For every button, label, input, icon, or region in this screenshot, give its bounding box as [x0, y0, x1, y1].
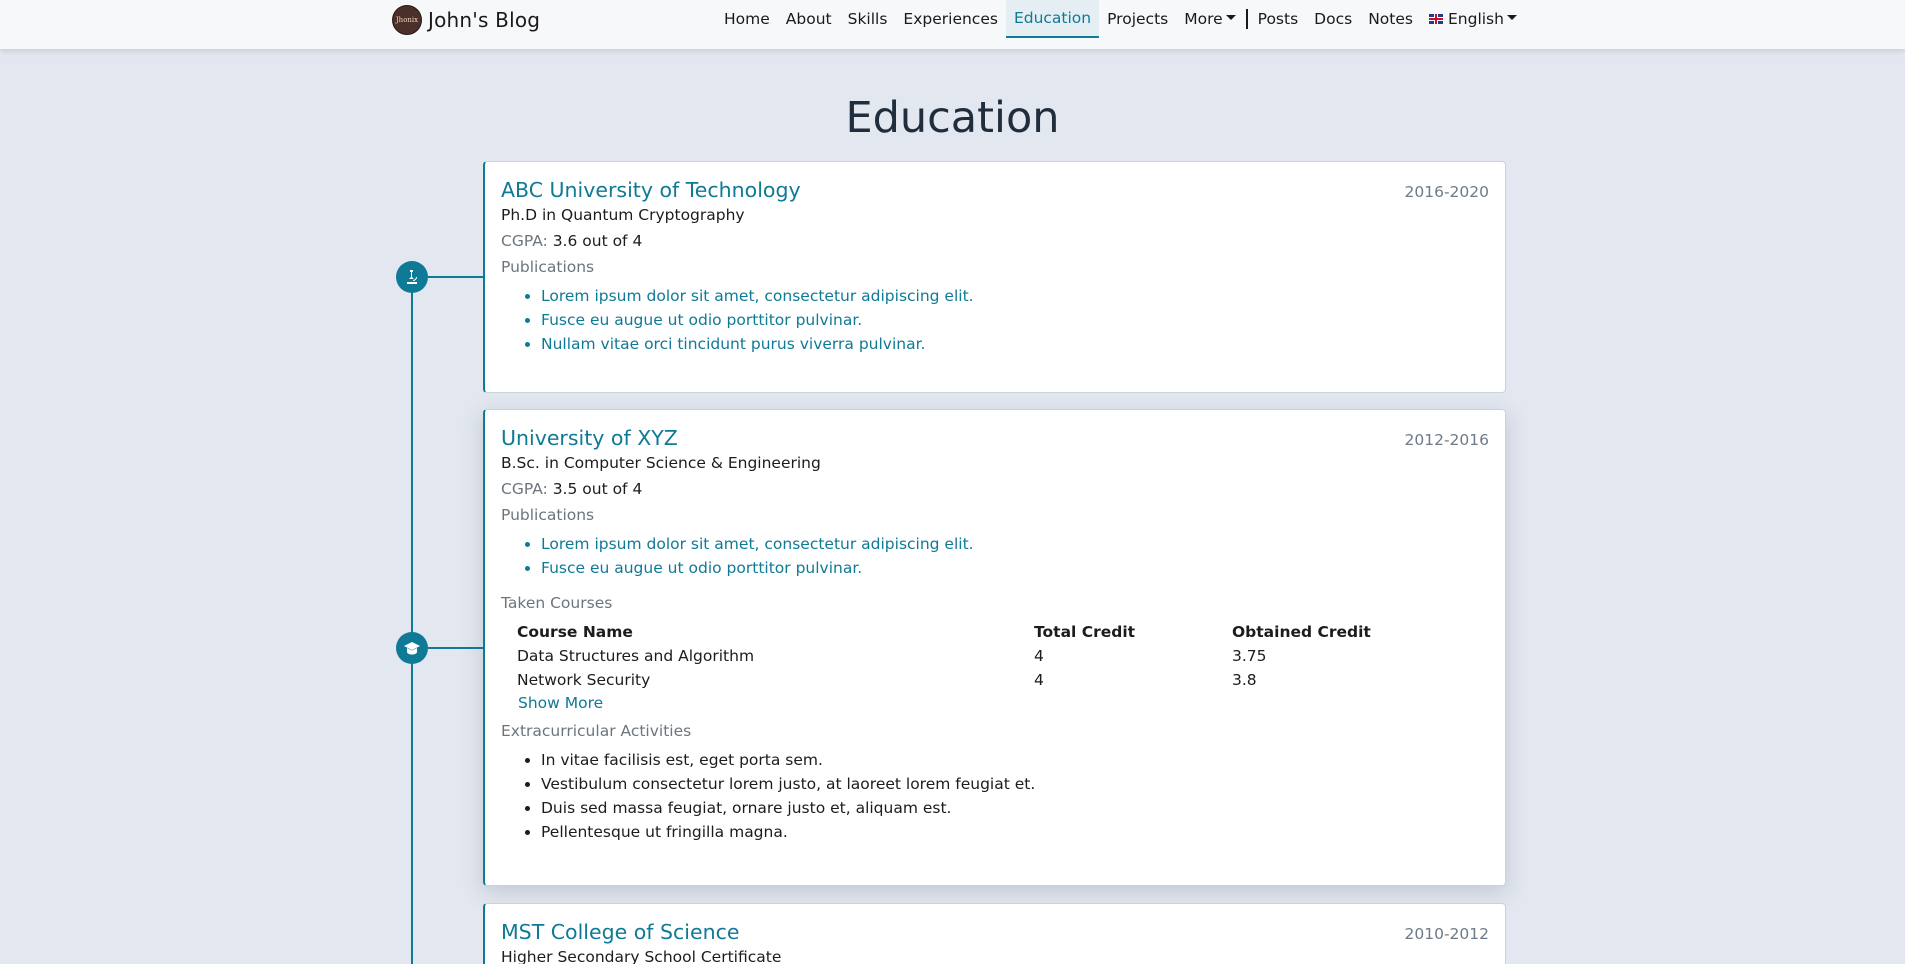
cgpa-label: CGPA: [501, 232, 548, 250]
list-item: Duis sed massa feugiat, ornare justo et,… [541, 796, 1489, 820]
top-navbar: Jhonix John's Blog Home About Skills Exp… [0, 0, 1905, 49]
list-item: Pellentesque ut fringilla magna. [541, 820, 1489, 844]
nav-item-experiences[interactable]: Experiences [895, 0, 1006, 38]
publication-link[interactable]: Nullam vitae orci tincidunt purus viverr… [541, 332, 1489, 356]
degree: B.Sc. in Computer Science & Engineering [501, 454, 821, 472]
institution-name[interactable]: University of XYZ [501, 426, 678, 450]
show-more-button[interactable]: Show More [518, 694, 1489, 712]
list-item: Vestibulum consectetur lorem justo, at l… [541, 772, 1489, 796]
obtained-credit: 3.75 [1232, 647, 1267, 665]
obtained-credit: 3.8 [1232, 671, 1257, 689]
chevron-down-icon [1506, 14, 1517, 20]
courses-table: Course Name Total Credit Obtained Credit… [517, 620, 1399, 692]
publications-label: Publications [501, 506, 595, 524]
education-card: ABC University of Technology 2016-2020 P… [483, 161, 1506, 393]
total-credit: 4 [1034, 647, 1044, 665]
education-years: 2012-2016 [1404, 431, 1490, 449]
brand-name: John's Blog [428, 8, 541, 32]
table-row: Data Structures and Algorithm 4 3.75 [517, 644, 1399, 668]
nav-divider [1245, 9, 1248, 29]
degree: Ph.D in Quantum Cryptography [501, 206, 745, 224]
taken-courses-label: Taken Courses [501, 594, 613, 612]
cgpa: CGPA: 3.5 out of 4 [501, 480, 1489, 498]
nav-item-notes[interactable]: Notes [1360, 0, 1421, 38]
publication-link[interactable]: Lorem ipsum dolor sit amet, consectetur … [541, 532, 1489, 556]
total-credit: 4 [1034, 671, 1044, 689]
cgpa-value: 3.5 out of 4 [552, 480, 643, 498]
nav-item-projects[interactable]: Projects [1099, 0, 1176, 38]
nav-item-posts[interactable]: Posts [1250, 0, 1307, 38]
table-header-row: Course Name Total Credit Obtained Credit [517, 620, 1399, 644]
cgpa: CGPA: 3.6 out of 4 [501, 232, 1489, 250]
extracurricular-list: In vitae facilisis est, eget porta sem. … [541, 748, 1489, 844]
publication-link[interactable]: Fusce eu augue ut odio porttitor pulvina… [541, 556, 1489, 580]
language-selector[interactable]: English [1421, 0, 1525, 38]
education-years: 2010-2012 [1404, 925, 1490, 943]
nav-item-about[interactable]: About [778, 0, 840, 38]
education-card: MST College of Science 2010-2012 Higher … [483, 903, 1506, 964]
column-header: Obtained Credit [1232, 623, 1371, 641]
nav-item-more-label: More [1184, 10, 1223, 28]
graduation-cap-icon [396, 632, 428, 664]
degree: Higher Secondary School Certificate [501, 948, 782, 964]
language-label: English [1447, 10, 1504, 28]
publications-label: Publications [501, 258, 595, 276]
chevron-down-icon [1225, 14, 1236, 20]
uk-flag-icon [1428, 14, 1443, 24]
column-header: Total Credit [1034, 623, 1136, 641]
brand[interactable]: Jhonix John's Blog [392, 5, 540, 35]
list-item: In vitae facilisis est, eget porta sem. [541, 748, 1489, 772]
page-title: Education [845, 93, 1060, 143]
publication-link[interactable]: Lorem ipsum dolor sit amet, consectetur … [541, 284, 1489, 308]
education-card: University of XYZ 2012-2016 B.Sc. in Com… [483, 409, 1506, 886]
timeline-connector [428, 276, 484, 278]
cgpa-label: CGPA: [501, 480, 548, 498]
nav-item-more-dropdown[interactable]: More [1176, 0, 1243, 38]
nav-item-docs[interactable]: Docs [1306, 0, 1360, 38]
extracurricular-label: Extracurricular Activities [501, 722, 692, 740]
nav-menu: Home About Skills Experiences Education … [716, 0, 1525, 38]
microscope-icon [396, 261, 428, 293]
publication-link[interactable]: Fusce eu augue ut odio porttitor pulvina… [541, 308, 1489, 332]
institution-name[interactable]: ABC University of Technology [501, 178, 801, 202]
cgpa-value: 3.6 out of 4 [552, 232, 643, 250]
education-years: 2016-2020 [1404, 183, 1490, 201]
course-name: Network Security [517, 671, 651, 689]
publications-list: Lorem ipsum dolor sit amet, consectetur … [541, 532, 1489, 580]
course-name: Data Structures and Algorithm [517, 647, 755, 665]
nav-item-home[interactable]: Home [716, 0, 778, 38]
publications-list: Lorem ipsum dolor sit amet, consectetur … [541, 284, 1489, 356]
column-header: Course Name [517, 623, 633, 641]
timeline-line [411, 277, 413, 964]
nav-item-skills[interactable]: Skills [840, 0, 896, 38]
nav-item-education[interactable]: Education [1005, 0, 1100, 38]
brand-logo-icon: Jhonix [392, 5, 422, 35]
timeline-connector [428, 647, 484, 649]
table-row: Network Security 4 3.8 [517, 668, 1399, 692]
institution-name[interactable]: MST College of Science [501, 920, 739, 944]
